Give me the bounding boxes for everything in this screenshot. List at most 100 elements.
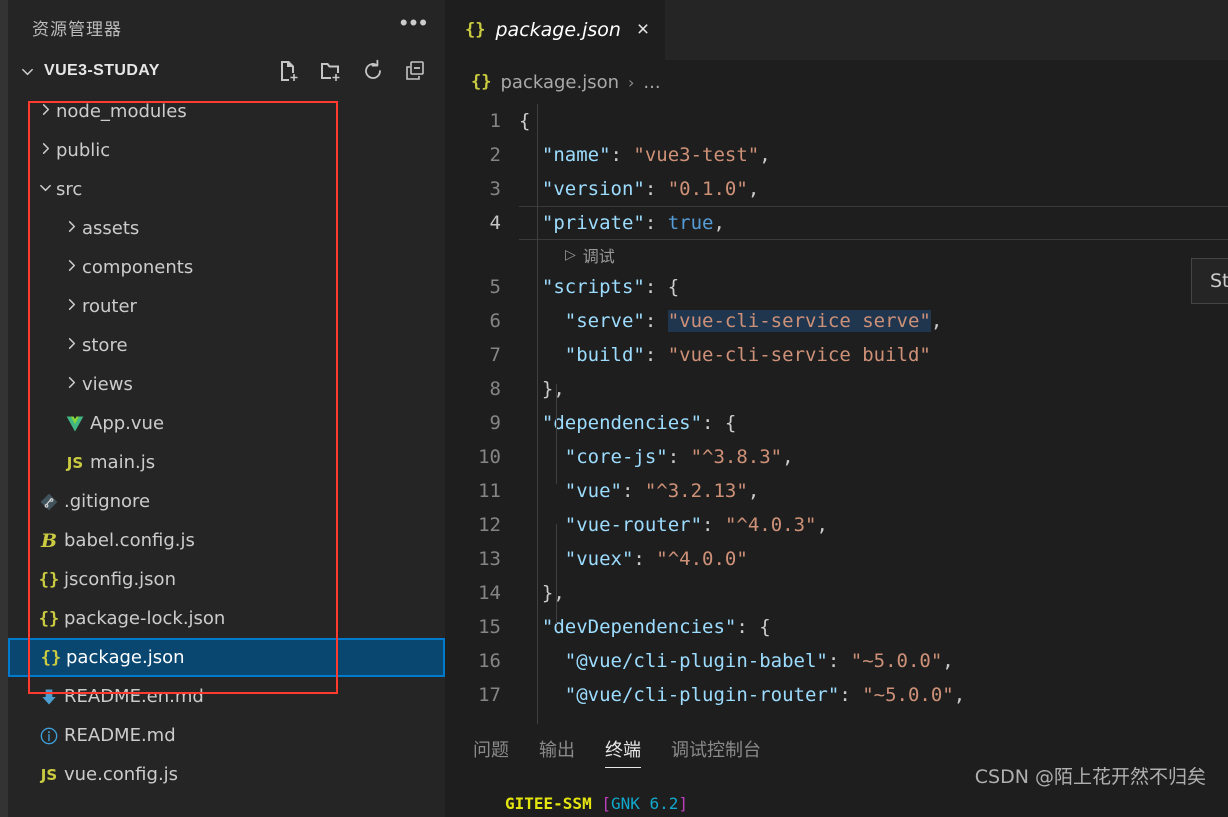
code-line[interactable]: 5 "scripts": { [445, 270, 1228, 304]
code-line[interactable]: 13 "vuex": "^4.0.0" [445, 542, 1228, 576]
code-line[interactable]: 6 "serve": "vue-cli-service serve", [445, 304, 1228, 338]
tree-file-row[interactable]: {} jsconfig.json [8, 560, 445, 599]
indent-guide [556, 384, 557, 484]
tree-file-row[interactable]: README.md [8, 716, 445, 755]
tree-folder-row[interactable]: assets [8, 209, 445, 248]
tree-item-label: router [82, 296, 137, 317]
play-icon[interactable]: ▷ [565, 247, 576, 263]
collapse-all-icon[interactable] [403, 59, 427, 83]
code-token: "dependencies" [541, 412, 703, 434]
code-token: : [667, 446, 691, 468]
tree-file-row[interactable]: Bbabel.config.js [8, 521, 445, 560]
new-folder-icon[interactable] [319, 59, 343, 83]
new-file-icon[interactable] [277, 59, 301, 83]
code-line[interactable]: 4 "private": true, [445, 206, 1228, 240]
chevron-right-icon[interactable] [60, 257, 82, 278]
close-icon[interactable]: × [637, 18, 649, 42]
line-number: 12 [478, 514, 501, 536]
indent-guide [537, 104, 538, 724]
tree-file-row[interactable]: {} package-lock.json [8, 599, 445, 638]
code-line[interactable]: 14 }, [445, 576, 1228, 610]
code-line[interactable]: 17 "@vue/cli-plugin-router": "~5.0.0", [445, 678, 1228, 712]
code-token: , [816, 514, 828, 536]
code-line[interactable]: 3 "version": "0.1.0", [445, 172, 1228, 206]
code-editor[interactable]: 1{2 "name": "vue3-test", 3 "version": "0.… [445, 104, 1228, 724]
tree-folder-row[interactable]: components [8, 248, 445, 287]
chevron-right-icon[interactable] [60, 335, 82, 356]
code-token: "~5.0.0" [850, 650, 943, 672]
refresh-icon[interactable] [361, 59, 385, 83]
tab-bar-empty-space [665, 0, 1228, 60]
more-actions-icon[interactable]: ••• [400, 12, 429, 36]
code-token: "^3.2.13" [644, 480, 748, 502]
tree-folder-row[interactable]: router [8, 287, 445, 326]
workspace-folder-row[interactable]: VUE3-STUDAY [8, 54, 445, 88]
js-file-icon: JS [66, 453, 84, 472]
activity-bar[interactable] [0, 0, 8, 817]
chevron-down-icon[interactable] [34, 179, 56, 200]
tree-file-row[interactable]: JS main.js [8, 443, 445, 482]
code-token: : [827, 650, 851, 672]
code-line[interactable]: 16 "@vue/cli-plugin-babel": "~5.0.0", [445, 644, 1228, 678]
panel-tab[interactable]: 输出 [539, 730, 575, 768]
line-number: 10 [478, 446, 501, 468]
code-token: : [702, 514, 725, 536]
code-line[interactable]: 10 "core-js": "^3.8.3", [445, 440, 1228, 474]
tree-folder-row[interactable]: store [8, 326, 445, 365]
chevron-right-icon[interactable] [60, 218, 82, 239]
tree-file-row[interactable]: App.vue [8, 404, 445, 443]
chevron-right-icon[interactable] [60, 374, 82, 395]
panel-tab[interactable]: 调试控制台 [671, 730, 761, 768]
code-token: : [839, 684, 863, 706]
panel-tab[interactable]: 问题 [473, 730, 509, 768]
tree-item-label: main.js [90, 452, 156, 473]
editor-tab-bar: {} package.json × [445, 0, 1228, 60]
tree-folder-row[interactable]: views [8, 365, 445, 404]
panel-tab[interactable]: 终端 [605, 730, 641, 768]
json-file-icon: {} [465, 20, 486, 40]
code-token: "vue-cli-service build" [667, 344, 931, 366]
code-token: "serve" [564, 310, 645, 332]
chevron-right-icon: › [628, 72, 635, 92]
codelens-debug[interactable]: ▷ 调试 [445, 240, 1228, 270]
code-line[interactable]: 7 "build": "vue-cli-service build" [445, 338, 1228, 372]
tree-file-row[interactable]: .gitignore [8, 482, 445, 521]
code-token: true [667, 212, 714, 234]
tree-file-row[interactable]: {} package.json [8, 638, 445, 677]
tab-label: package.json [495, 19, 621, 41]
codelens-label[interactable]: 调试 [583, 243, 615, 267]
code-token: : [610, 144, 634, 166]
tree-folder-row[interactable]: src [8, 170, 445, 209]
tree-folder-row[interactable]: node_modules [8, 92, 445, 131]
code-line[interactable]: 8 }, [445, 372, 1228, 406]
line-number: 2 [489, 144, 501, 166]
babel-file-icon: B [40, 529, 58, 552]
tree-item-label: .gitignore [64, 491, 151, 512]
code-token: }, [541, 582, 565, 604]
code-text: { [519, 110, 1228, 132]
breadcrumb-file[interactable]: package.json [500, 72, 619, 93]
code-line[interactable]: 1{ [445, 104, 1228, 138]
line-number: 6 [489, 310, 501, 332]
line-number: 1 [489, 110, 501, 132]
tab-package-json[interactable]: {} package.json × [445, 0, 666, 60]
line-number: 13 [478, 548, 501, 570]
breadcrumb-tail[interactable]: ... [643, 72, 660, 93]
code-line[interactable]: 12 "vue-router": "^4.0.3", [445, 508, 1228, 542]
code-token: , [759, 144, 771, 166]
code-line[interactable]: 15 "devDependencies": { [445, 610, 1228, 644]
tree-folder-row[interactable]: public [8, 131, 445, 170]
code-token: , [942, 650, 954, 672]
chevron-down-icon[interactable] [16, 64, 38, 79]
tree-file-row[interactable]: README.en.md [8, 677, 445, 716]
code-token: , [713, 212, 725, 234]
chevron-right-icon[interactable] [34, 101, 56, 122]
code-line[interactable]: 2 "name": "vue3-test", [445, 138, 1228, 172]
terminal-segment: GNK 6.2 [610, 794, 679, 813]
tree-file-row[interactable]: JS vue.config.js [8, 755, 445, 794]
code-line[interactable]: 11 "vue": "^3.2.13", [445, 474, 1228, 508]
chevron-right-icon[interactable] [60, 296, 82, 317]
chevron-right-icon[interactable] [34, 140, 56, 161]
tree-item-label: assets [82, 218, 140, 239]
code-line[interactable]: 9 "dependencies": { [445, 406, 1228, 440]
